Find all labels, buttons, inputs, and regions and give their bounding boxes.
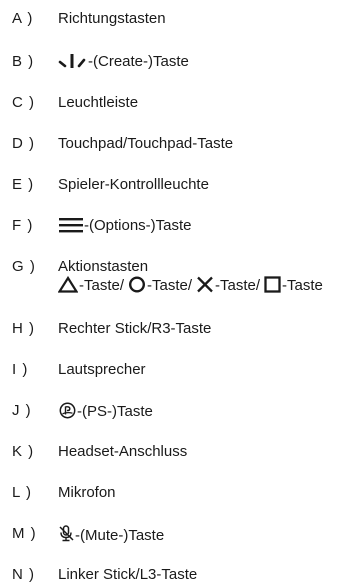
circle-icon <box>129 276 146 293</box>
item-letter: N ) <box>12 566 35 583</box>
circle-label: -Taste/ <box>147 277 193 294</box>
item-label: Linker Stick/L3-Taste <box>58 566 198 583</box>
ps-icon <box>59 402 76 419</box>
item-letter: G ) <box>12 258 36 275</box>
item-label: Spieler-Kontrollleuchte <box>58 176 209 193</box>
action-buttons-line: -Taste/ -Taste/ -Taste/ -Taste <box>58 276 323 295</box>
create-icon <box>58 54 86 68</box>
item-letter: E ) <box>12 176 35 193</box>
item-label: Lautsprecher <box>58 361 146 378</box>
item-letter: F ) <box>12 217 34 234</box>
triangle-icon <box>58 276 78 293</box>
item-letter: B ) <box>12 53 35 70</box>
cross-icon <box>197 276 213 293</box>
item-letter: H ) <box>12 320 35 337</box>
item-label: Mikrofon <box>58 484 116 501</box>
item-label: Leuchtleiste <box>58 94 139 111</box>
square-label: -Taste <box>282 277 323 294</box>
item-letter: I ) <box>12 361 29 378</box>
item-label: Touchpad/Touchpad-Taste <box>58 135 234 152</box>
item-label: Richtungstasten <box>58 10 166 27</box>
item-label: -(Create-)Taste <box>88 53 189 70</box>
item-letter: K ) <box>12 443 35 460</box>
item-letter: J ) <box>12 402 32 419</box>
item-label: -(Options-)Taste <box>84 217 192 234</box>
item-letter: L ) <box>12 484 32 501</box>
item-letter: A ) <box>12 10 34 27</box>
list-item: G ) Aktionstasten -Taste/ -Taste/ -Taste… <box>0 258 360 298</box>
mute-icon <box>59 525 74 542</box>
square-icon <box>264 276 281 293</box>
item-label: Headset-Anschluss <box>58 443 188 460</box>
item-label: -(PS-)Taste <box>77 403 153 420</box>
item-letter: D ) <box>12 135 35 152</box>
triangle-label: -Taste/ <box>79 277 125 294</box>
item-letter: C ) <box>12 94 35 111</box>
item-label: -(Mute-)Taste <box>75 527 165 544</box>
item-letter: M ) <box>12 525 37 542</box>
options-icon <box>59 218 83 233</box>
cross-label: -Taste/ <box>215 277 261 294</box>
item-label: Rechter Stick/R3-Taste <box>58 320 212 337</box>
item-label: Aktionstasten <box>58 258 149 275</box>
